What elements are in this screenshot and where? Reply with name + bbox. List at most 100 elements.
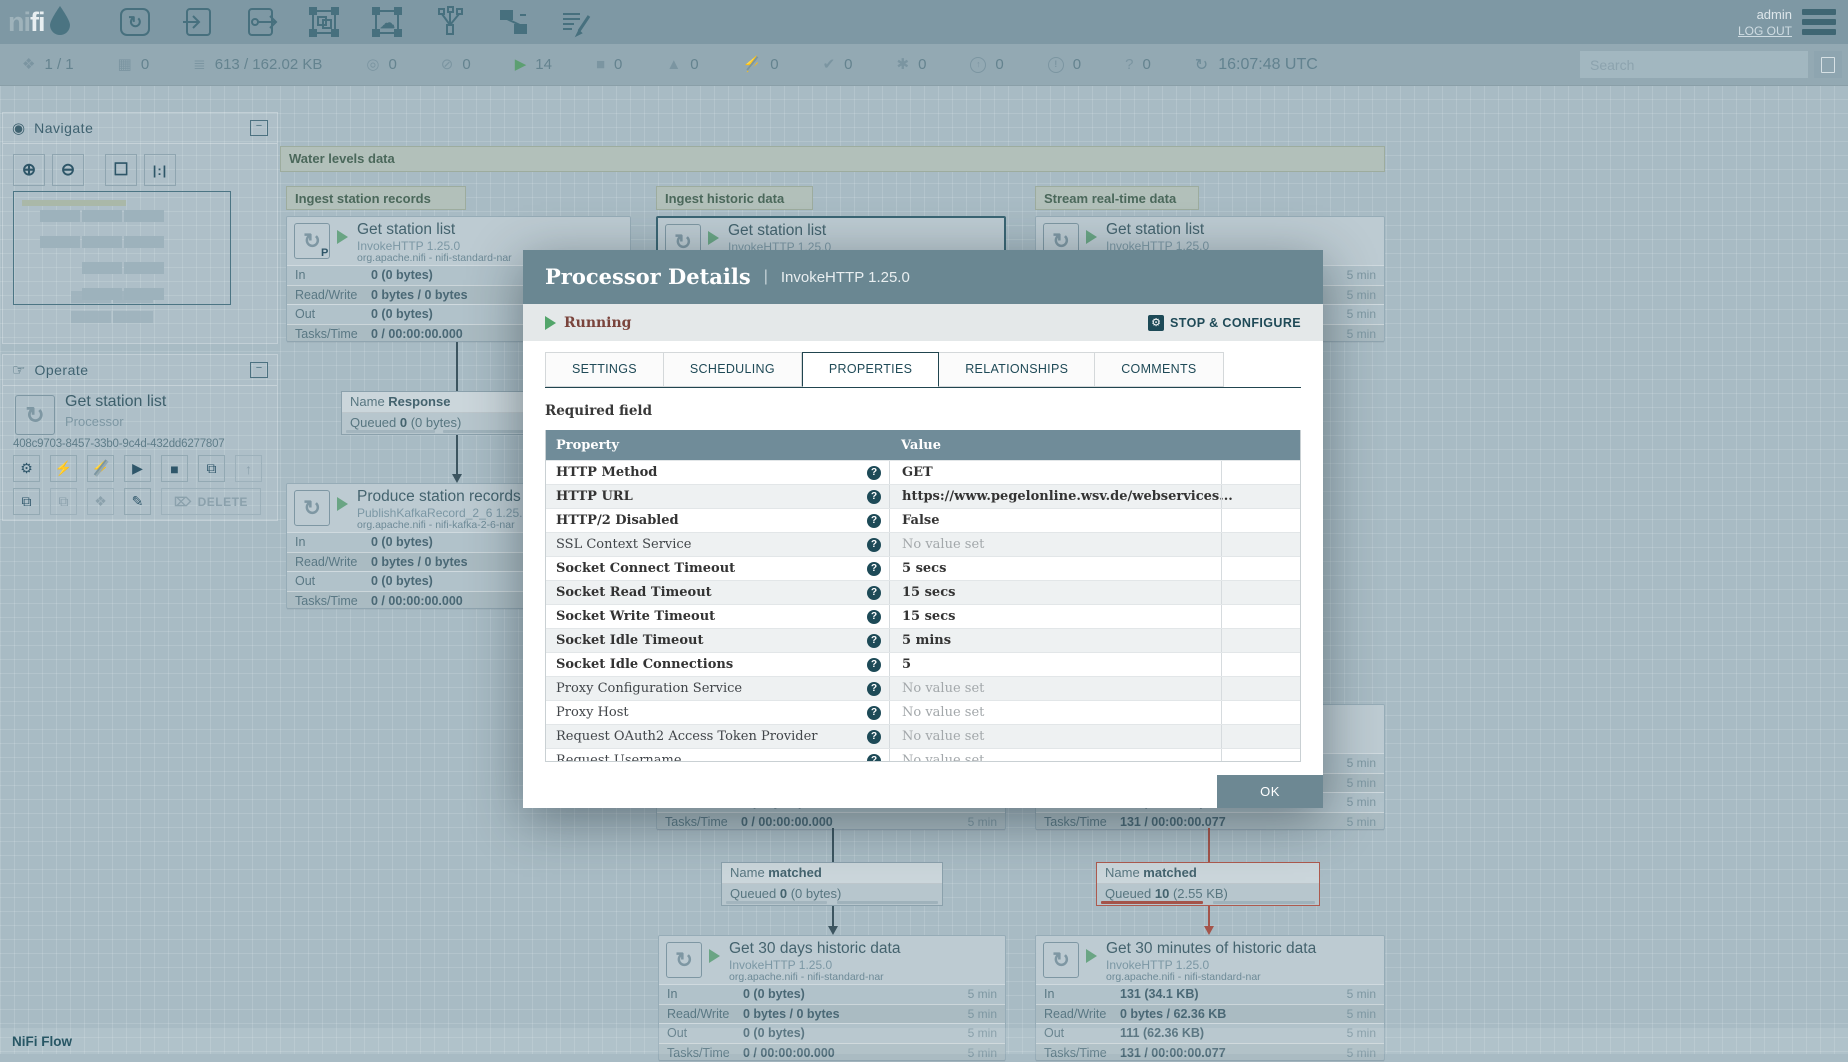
property-value-cell[interactable]: https://www.pegelonline.wsv.de/webservic… (889, 485, 1221, 508)
flow-label[interactable]: Ingest station records (286, 186, 466, 210)
process-group-icon[interactable] (306, 4, 342, 40)
flow-label[interactable]: Ingest historic data (656, 186, 813, 210)
connection-connection-matched-2[interactable]: Name matchedQueued 10 (2.55 KB) (1096, 862, 1320, 906)
connection-queued-row: Queued 0 (0 bytes) (722, 884, 942, 905)
help-icon[interactable]: ? (867, 754, 881, 763)
help-icon[interactable]: ? (867, 490, 881, 504)
tab-comments[interactable]: COMMENTS (1095, 352, 1223, 387)
create-template-button[interactable]: ⧉ (198, 455, 225, 482)
queued-size-bar (443, 430, 532, 433)
logout-link[interactable]: LOG OUT (1738, 24, 1792, 39)
help-icon[interactable]: ? (867, 658, 881, 672)
collapse-navigate-button[interactable]: − (250, 120, 268, 136)
stat-window: 5 min (1347, 987, 1384, 1001)
property-value-cell[interactable]: No value set (889, 701, 1221, 724)
stat-value: 0 bytes / 0 bytes (371, 288, 468, 302)
zoom-in-button[interactable]: ⊕ (13, 154, 45, 186)
zoom-out-button[interactable]: ⊖ (52, 154, 84, 186)
property-value-cell[interactable]: No value set (889, 749, 1221, 762)
property-value-cell[interactable]: No value set (889, 677, 1221, 700)
start-button[interactable]: ▶ (124, 455, 151, 482)
tab-settings[interactable]: SETTINGS (545, 352, 664, 387)
dialog-tabs: SETTINGSSCHEDULINGPROPERTIESRELATIONSHIP… (545, 352, 1301, 388)
property-extra-cell (1221, 677, 1300, 700)
help-icon[interactable]: ? (867, 730, 881, 744)
property-value-cell[interactable]: False (889, 509, 1221, 532)
global-menu-button[interactable] (1802, 7, 1836, 37)
configuration-button[interactable]: ⚙ (13, 455, 40, 482)
property-value-cell[interactable]: GET (889, 461, 1221, 484)
svg-text:☁: ☁ (380, 15, 395, 32)
help-icon[interactable]: ? (867, 466, 881, 480)
help-icon[interactable]: ? (867, 562, 881, 576)
property-value-cell[interactable]: 15 secs (889, 581, 1221, 604)
help-icon[interactable]: ? (867, 610, 881, 624)
search-input[interactable] (1580, 51, 1808, 78)
ok-button[interactable]: OK (1217, 775, 1323, 808)
stat-window: 5 min (1347, 776, 1384, 790)
breadcrumb[interactable]: NiFi Flow (12, 1034, 72, 1049)
property-name: HTTP URL (556, 489, 633, 504)
flow-label[interactable]: Stream real-time data (1035, 186, 1199, 210)
property-value-cell[interactable]: 5 secs (889, 557, 1221, 580)
compass-icon: ◉ (12, 119, 25, 137)
zoom-actual-size-button[interactable]: |:| (144, 154, 176, 186)
collapse-operate-button[interactable]: − (250, 362, 268, 378)
properties-table-header: Property Value (546, 430, 1300, 460)
property-name-cell: HTTP URL? (546, 485, 889, 508)
property-value-cell[interactable]: 15 secs (889, 605, 1221, 628)
input-port-icon[interactable] (180, 4, 216, 40)
refresh-icon[interactable]: ↻ (1195, 55, 1208, 75)
remote-process-group-icon[interactable]: ☁ (369, 4, 405, 40)
property-extra-cell (1221, 653, 1300, 676)
stat-label: Tasks/Time (287, 327, 371, 341)
zoom-fit-button[interactable]: ☐ (105, 154, 137, 186)
stat-window: 5 min (968, 987, 1005, 1001)
property-value: GET (902, 465, 933, 480)
status-locally-modified-count: 0 (918, 56, 926, 73)
connection-connection-matched-1[interactable]: Name matchedQueued 0 (0 bytes) (721, 862, 943, 906)
tab-scheduling[interactable]: SCHEDULING (664, 352, 802, 387)
help-icon[interactable]: ? (867, 586, 881, 600)
property-name: Request Username (556, 753, 682, 762)
bulletin-board-icon[interactable] (1814, 51, 1842, 78)
stat-window: 5 min (1347, 756, 1384, 770)
output-port-icon[interactable] (243, 4, 279, 40)
funnel-icon[interactable] (432, 4, 468, 40)
processor-details-dialog: Processor Details | InvokeHTTP 1.25.0 Ru… (523, 250, 1323, 808)
disable-button[interactable]: ⚡ (87, 455, 114, 482)
color-button[interactable]: ✎ (124, 488, 151, 515)
copy-button[interactable]: ⧉ (13, 488, 40, 515)
nifi-logo[interactable]: nifi (8, 5, 73, 40)
processor-bundle: org.apache.nifi - nifi-standard-nar (1106, 971, 1261, 983)
stat-value: 0 bytes / 62.36 KB (1120, 1007, 1226, 1021)
property-value-cell[interactable]: No value set (889, 725, 1221, 748)
birdseye-minimap[interactable] (13, 191, 231, 305)
connection-connection-response[interactable]: Name ResponseQueued 0 (0 bytes) (341, 391, 537, 435)
flow-label-water-levels-data[interactable]: Water levels data (280, 146, 1385, 172)
processor-type-icon: ↻ (1043, 942, 1079, 978)
label-icon[interactable] (558, 4, 594, 40)
property-value-cell[interactable]: 5 mins (889, 629, 1221, 652)
queued-size-bar (1213, 901, 1315, 904)
stop-button[interactable]: ■ (161, 455, 188, 482)
processor-icon[interactable]: ↻ (117, 4, 153, 40)
queued-count-bar (726, 901, 827, 904)
help-icon[interactable]: ? (867, 538, 881, 552)
processor-type-icon: ↻ (666, 942, 702, 978)
help-icon[interactable]: ? (867, 706, 881, 720)
help-icon[interactable]: ? (867, 514, 881, 528)
stop-and-configure-button[interactable]: ⚙ STOP & CONFIGURE (1148, 315, 1301, 331)
template-icon[interactable] (495, 4, 531, 40)
help-icon[interactable]: ? (867, 682, 881, 696)
minimap-block (124, 210, 164, 222)
help-icon[interactable]: ? (867, 634, 881, 648)
tab-relationships[interactable]: RELATIONSHIPS (939, 352, 1095, 387)
property-name-cell: Proxy Host? (546, 701, 889, 724)
processor-header: ↻Get 30 minutes of historic dataInvokeHT… (1036, 936, 1384, 984)
property-value-cell[interactable]: No value set (889, 533, 1221, 556)
property-value-cell[interactable]: 5 (889, 653, 1221, 676)
tab-properties[interactable]: PROPERTIES (802, 352, 939, 387)
enable-button[interactable]: ⚡ (50, 455, 77, 482)
property-name: Socket Idle Timeout (556, 633, 703, 648)
